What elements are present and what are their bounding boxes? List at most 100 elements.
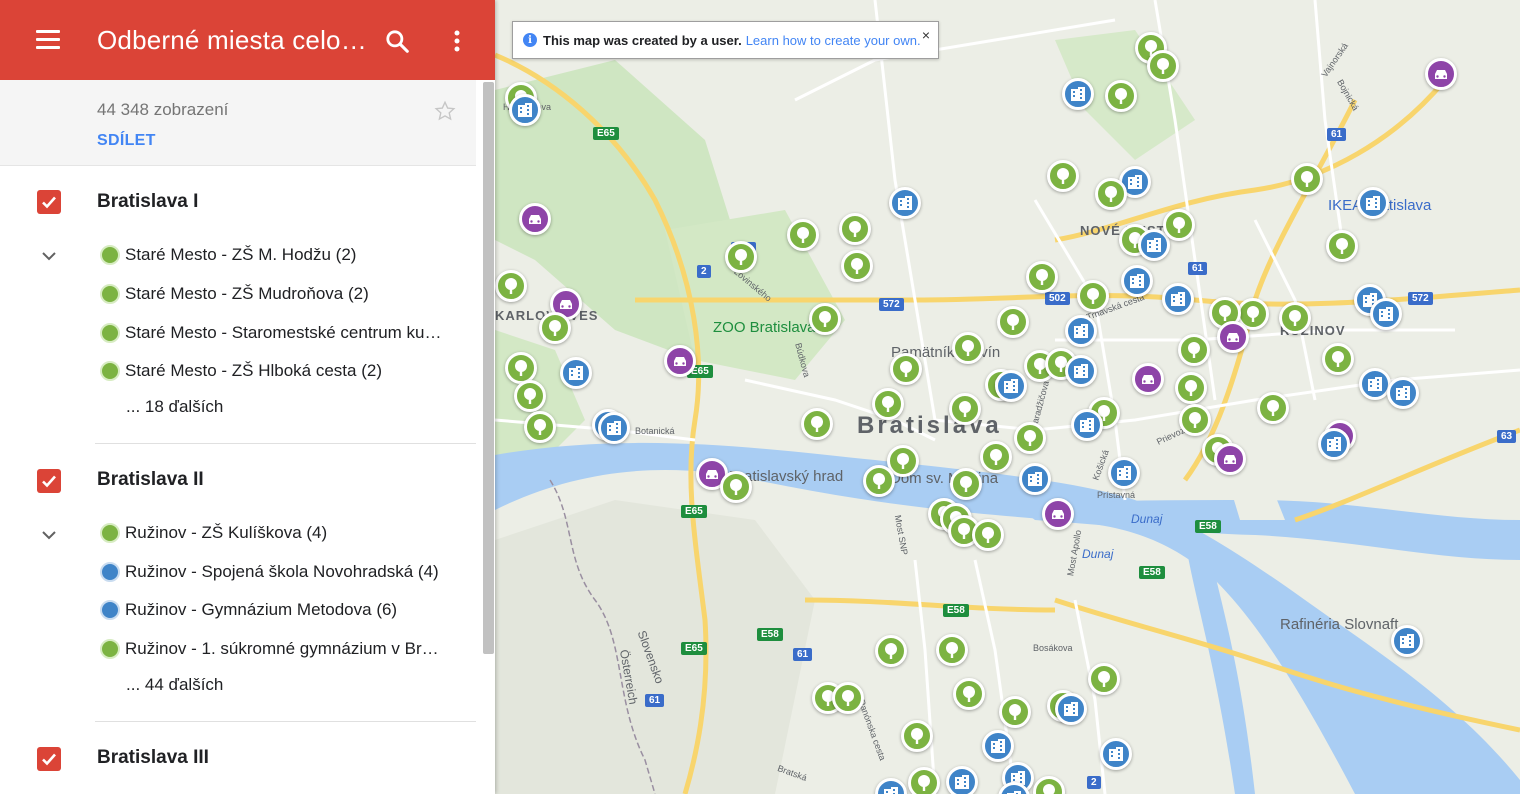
map-marker-building[interactable]	[1019, 463, 1051, 495]
map-marker-tree[interactable]	[980, 441, 1012, 473]
close-icon[interactable]: ×	[922, 27, 930, 43]
map-marker-tree[interactable]	[972, 519, 1004, 551]
list-item[interactable]: Staré Mesto - ZŠ M. Hodžu (2)	[100, 242, 450, 268]
map-marker-car[interactable]	[1132, 363, 1164, 395]
layer-checkbox-bratislava-i[interactable]	[37, 190, 61, 214]
map-marker-tree[interactable]	[832, 682, 864, 714]
map-marker-car[interactable]	[1214, 443, 1246, 475]
map-marker-tree[interactable]	[952, 332, 984, 364]
map-marker-tree[interactable]	[1257, 392, 1289, 424]
hamburger-menu-icon[interactable]	[36, 30, 60, 50]
learn-more-link[interactable]: Learn how to create your own.	[746, 33, 921, 48]
map-marker-car[interactable]	[1217, 321, 1249, 353]
map-marker-tree[interactable]	[953, 678, 985, 710]
map-marker-tree[interactable]	[514, 380, 546, 412]
map-marker-tree[interactable]	[841, 250, 873, 282]
map-marker-building[interactable]	[995, 370, 1027, 402]
map-marker-building[interactable]	[1357, 187, 1389, 219]
map-marker-tree[interactable]	[1047, 160, 1079, 192]
map-marker-tree[interactable]	[1175, 372, 1207, 404]
map-marker-building[interactable]	[1391, 625, 1423, 657]
map-marker-tree[interactable]	[524, 411, 556, 443]
map-marker-car[interactable]	[1042, 498, 1074, 530]
map-marker-building[interactable]	[1062, 78, 1094, 110]
map-marker-tree[interactable]	[950, 468, 982, 500]
map-marker-building[interactable]	[1108, 457, 1140, 489]
map-canvas[interactable]: Bratislava NOVÉ MESTO RUŽINOV KARLOVA VE…	[495, 0, 1520, 794]
map-marker-building[interactable]	[1065, 315, 1097, 347]
map-marker-tree[interactable]	[1163, 209, 1195, 241]
map-marker-building[interactable]	[560, 357, 592, 389]
map-marker-tree[interactable]	[1326, 230, 1358, 262]
map-marker-tree[interactable]	[949, 393, 981, 425]
map-marker-tree[interactable]	[1279, 302, 1311, 334]
map-marker-building[interactable]	[1387, 377, 1419, 409]
chevron-down-icon[interactable]	[40, 529, 58, 541]
map-marker-tree[interactable]	[801, 408, 833, 440]
map-marker-car[interactable]	[1425, 58, 1457, 90]
list-item[interactable]: Ružinov - 1. súkromné gymnázium v Brat…	[100, 636, 450, 662]
tree-icon	[534, 419, 546, 435]
list-item[interactable]: Staré Mesto - Staromestské centrum kul…	[100, 320, 450, 346]
map-marker-tree[interactable]	[787, 219, 819, 251]
map-marker-tree[interactable]	[1014, 422, 1046, 454]
map-marker-tree[interactable]	[1077, 280, 1109, 312]
map-marker-tree[interactable]	[936, 634, 968, 666]
map-marker-tree[interactable]	[901, 720, 933, 752]
layer-checkbox-bratislava-iii[interactable]	[37, 747, 61, 771]
map-marker-tree[interactable]	[908, 767, 940, 794]
share-button[interactable]: SDÍLET	[97, 132, 156, 150]
tree-icon	[918, 775, 930, 791]
list-item[interactable]: Staré Mesto - ZŠ Mudroňova (2)	[100, 281, 450, 307]
chevron-down-icon[interactable]	[40, 250, 58, 262]
map-marker-tree[interactable]	[863, 465, 895, 497]
star-icon[interactable]	[434, 100, 456, 122]
tree-icon	[851, 258, 863, 274]
map-marker-car[interactable]	[519, 203, 551, 235]
map-marker-tree[interactable]	[839, 213, 871, 245]
map-marker-tree[interactable]	[1322, 343, 1354, 375]
map-marker-building[interactable]	[1121, 265, 1153, 297]
map-marker-building[interactable]	[1071, 409, 1103, 441]
more-vert-icon[interactable]	[446, 28, 468, 54]
list-item[interactable]: Ružinov - ZŠ Kulíškova (4)	[100, 520, 450, 546]
map-marker-building[interactable]	[598, 412, 630, 444]
layer-checkbox-bratislava-ii[interactable]	[37, 469, 61, 493]
map-marker-tree[interactable]	[1088, 663, 1120, 695]
map-marker-tree[interactable]	[1179, 404, 1211, 436]
map-marker-tree[interactable]	[1291, 163, 1323, 195]
map-marker-tree[interactable]	[809, 303, 841, 335]
map-marker-tree[interactable]	[875, 635, 907, 667]
map-marker-building[interactable]	[1055, 693, 1087, 725]
map-marker-tree[interactable]	[1147, 50, 1179, 82]
scrollbar[interactable]	[483, 82, 494, 654]
map-marker-tree[interactable]	[997, 306, 1029, 338]
map-marker-tree[interactable]	[890, 353, 922, 385]
map-marker-tree[interactable]	[1105, 80, 1137, 112]
more-items-link[interactable]: ... 18 ďalších	[126, 397, 223, 417]
search-icon[interactable]	[384, 28, 410, 54]
map-marker-building[interactable]	[889, 187, 921, 219]
map-marker-tree[interactable]	[725, 241, 757, 273]
map-marker-tree[interactable]	[1026, 261, 1058, 293]
list-item[interactable]: Ružinov - Gymnázium Metodova (6)	[100, 597, 450, 623]
map-marker-building[interactable]	[509, 94, 541, 126]
more-items-link[interactable]: ... 44 ďalších	[126, 675, 223, 695]
list-item[interactable]: Ružinov - Spojená škola Novohradská (4)	[100, 559, 450, 585]
map-marker-building[interactable]	[1318, 428, 1350, 460]
map-marker-tree[interactable]	[1178, 334, 1210, 366]
map-marker-tree[interactable]	[872, 388, 904, 420]
map-marker-tree[interactable]	[999, 696, 1031, 728]
map-marker-building[interactable]	[1370, 298, 1402, 330]
map-marker-tree[interactable]	[1095, 178, 1127, 210]
map-marker-car[interactable]	[664, 345, 696, 377]
map-marker-building[interactable]	[946, 766, 978, 794]
map-marker-building[interactable]	[1162, 283, 1194, 315]
map-marker-tree[interactable]	[720, 471, 752, 503]
map-marker-building[interactable]	[982, 730, 1014, 762]
map-marker-tree[interactable]	[495, 270, 527, 302]
map-marker-building[interactable]	[1065, 355, 1097, 387]
map-marker-building[interactable]	[1100, 738, 1132, 770]
list-item[interactable]: Staré Mesto - ZŠ Hlboká cesta (2)	[100, 358, 450, 384]
map-marker-tree[interactable]	[539, 312, 571, 344]
